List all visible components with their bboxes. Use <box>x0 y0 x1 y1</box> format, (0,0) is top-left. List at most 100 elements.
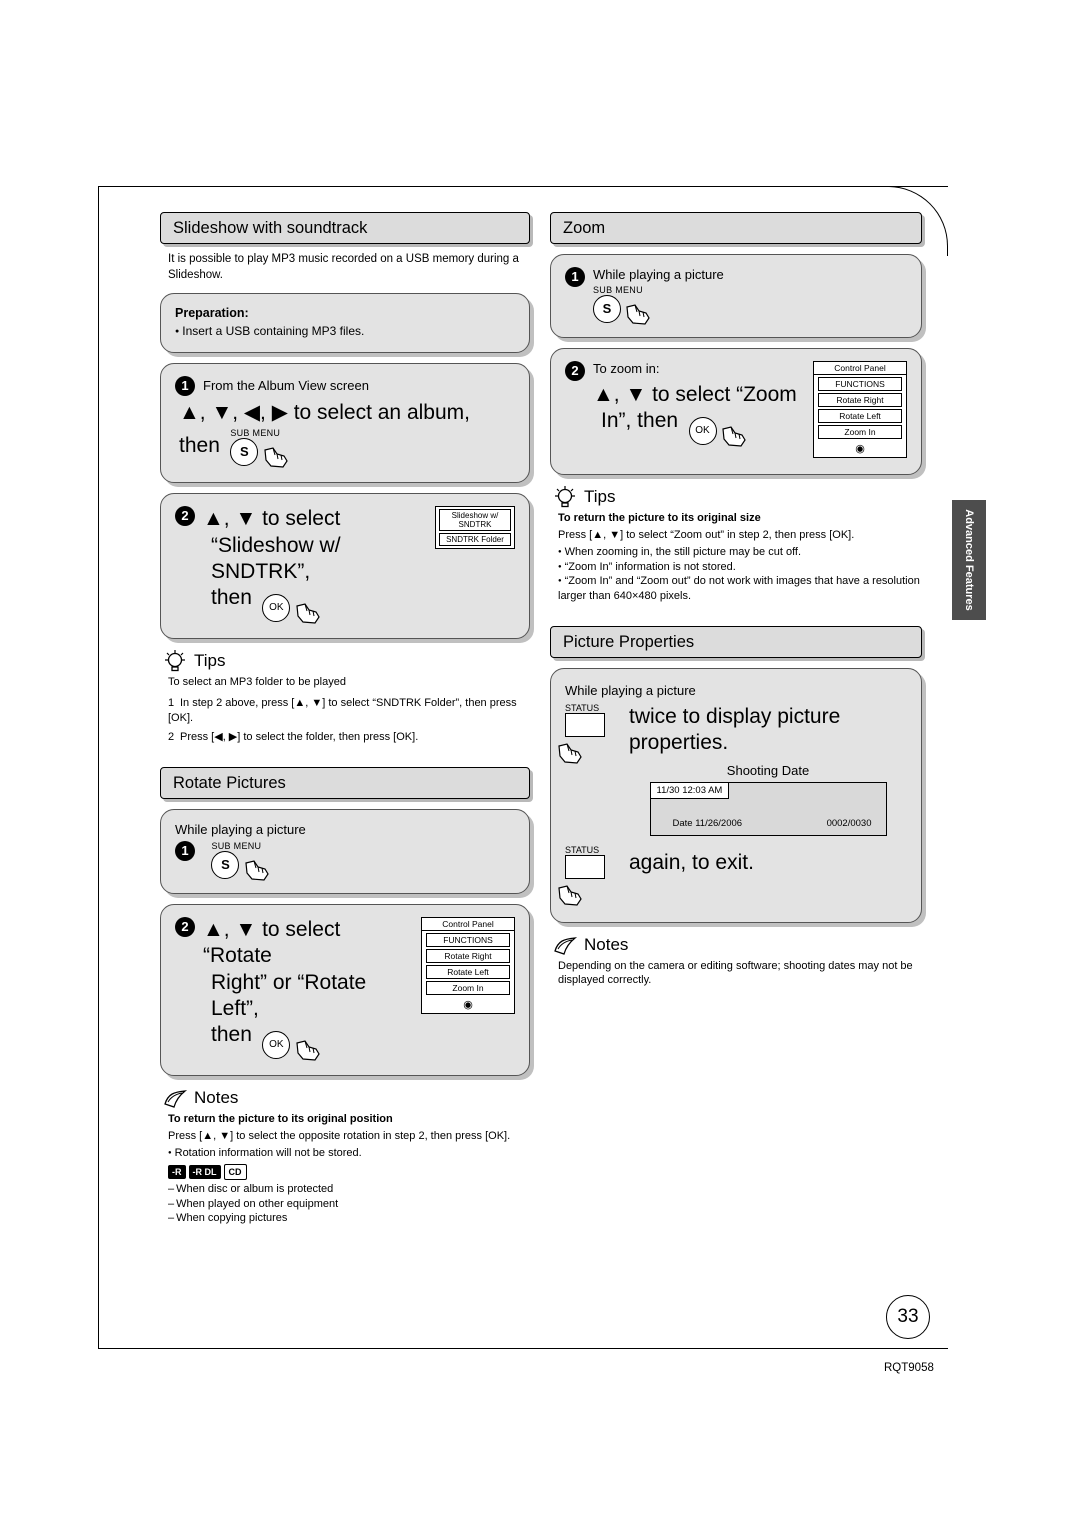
osd-item-functions[interactable]: FUNCTIONS <box>818 377 902 391</box>
notes-bold: To return the picture to its original po… <box>168 1113 393 1126</box>
tips-lead: To select an MP3 folder to be played <box>168 676 346 689</box>
step1-instruction-a: ▲, ▼, ◀, ▶ to select an album, <box>179 401 470 425</box>
osd-timestamp: 11/30 12:03 AM <box>650 782 730 799</box>
bottom-rule <box>98 1348 948 1349</box>
status-label: STATUS <box>565 703 600 714</box>
props-notes-text: Depending on the camera or editing softw… <box>558 959 913 987</box>
notes-text: Press [▲, ▼] to select the opposite rota… <box>168 1129 511 1142</box>
step1-instruction-b: then <box>179 434 220 458</box>
sub-menu-button[interactable]: S <box>230 438 259 467</box>
step-number: 2 <box>175 917 195 938</box>
zoom-step1-lead: While playing a picture <box>593 267 724 282</box>
notes-icon <box>554 936 578 955</box>
pointing-hand-icon <box>625 303 651 325</box>
osd-item-sndtrk-folder[interactable]: SNDTRK Folder <box>439 533 511 547</box>
ok-button[interactable]: OK <box>262 1031 291 1060</box>
osd-title: Control Panel <box>814 362 906 375</box>
zoom-step1: 1 While playing a picture SUB MENU S <box>550 254 922 338</box>
rotate-step1-lead: While playing a picture <box>175 822 306 838</box>
tips-bullet-3: “Zoom In” and “Zoom out” do not work wit… <box>558 574 922 604</box>
notes-bullet-1: Rotation information will not be stored. <box>168 1146 530 1161</box>
tips-step-1: 1 In step 2 above, press [▲, ▼] to select… <box>168 696 530 727</box>
notes-dash-2: When played on other equipment <box>168 1197 530 1212</box>
picture-properties-osd: 11/30 12:03 AM Date 11/26/2006 0002/0030 <box>649 781 887 836</box>
pointing-hand-icon <box>295 1039 321 1061</box>
step-number: 2 <box>565 361 585 381</box>
sub-menu-button[interactable]: S <box>593 295 621 323</box>
section-title: Picture Properties <box>563 633 695 652</box>
notes-dash-1: When disc or album is protected <box>168 1182 530 1197</box>
zoom-step2-a: ▲, ▼ to select “Zoom <box>593 383 797 406</box>
tips-step-1-text: In step 2 above, press [▲, ▼] to select … <box>168 696 517 725</box>
rotate-step2-c: then <box>211 1023 252 1047</box>
page-number: 33 <box>886 1295 930 1339</box>
side-tab-label: Advanced Features <box>963 509 975 611</box>
osd-item-rotate-left[interactable]: Rotate Left <box>818 409 902 423</box>
manual-page: Slideshow with soundtrack It is possible… <box>0 0 1080 1528</box>
tips-step-2: 2 Press [◀, ▶] to select the folder, then… <box>168 730 530 745</box>
props-instruction-2: again, to exit. <box>629 850 754 874</box>
section-title: Zoom <box>563 219 606 237</box>
lightbulb-icon <box>165 650 185 672</box>
ok-button[interactable]: OK <box>262 594 291 623</box>
preparation-box: Preparation: Insert a USB containing MP3… <box>160 293 530 354</box>
tips-title: Tips <box>584 487 616 506</box>
tips-heading: Tips <box>165 650 530 672</box>
osd-item-rotate-right[interactable]: Rotate Right <box>426 949 510 964</box>
preparation-item: Insert a USB containing MP3 files. <box>175 324 515 338</box>
right-column: Zoom 1 While playing a picture SUB MENU … <box>550 212 922 988</box>
osd-item-rotate-right[interactable]: Rotate Right <box>818 393 902 407</box>
rotate-step2-a: ▲, ▼ to select “Rotate <box>203 918 341 968</box>
tips-step-2-text: Press [◀, ▶] to select the folder, then … <box>180 730 419 743</box>
section-header-picture-properties: Picture Properties <box>550 626 922 659</box>
sub-menu-button[interactable]: S <box>211 851 240 880</box>
step-number: 1 <box>175 841 195 862</box>
notes-icon <box>164 1090 188 1108</box>
notes-heading: Notes <box>554 935 922 955</box>
rotate-step1: While playing a picture 1 SUB MENU S <box>160 809 530 895</box>
left-rule <box>98 186 99 1349</box>
slideshow-step2: 2 ▲, ▼ to select “Slideshow w/ SNDTRK”, … <box>160 493 530 640</box>
props-lead: While playing a picture <box>565 683 696 699</box>
step2-instruction-a: ▲, ▼ to select <box>203 507 341 531</box>
tips-title: Tips <box>194 651 226 671</box>
pointing-hand-icon <box>557 742 583 764</box>
sub-menu-label: SUB MENU <box>211 841 262 852</box>
disc-logo-icon: ◉ <box>463 999 473 1012</box>
osd-item-functions[interactable]: FUNCTIONS <box>426 933 510 948</box>
status-label: STATUS <box>565 844 600 855</box>
lightbulb-icon <box>555 486 575 508</box>
osd-picture-count: 0002/0030 <box>826 817 872 829</box>
slideshow-step1: 1 From the Album View screen ▲, ▼, ◀, ▶ … <box>160 363 530 484</box>
section-header-zoom: Zoom <box>550 212 922 244</box>
slideshow-intro: It is possible to play MP3 music recorde… <box>168 253 519 281</box>
shooting-date-label: Shooting Date <box>726 762 810 778</box>
disc-logo-icon: ◉ <box>855 443 865 455</box>
pointing-hand-icon <box>721 425 747 447</box>
ok-button[interactable]: OK <box>688 417 717 446</box>
badge-r-dl: -R DL <box>188 1164 221 1179</box>
rotate-step2: 2 ▲, ▼ to select “Rotate Right” or “Rota… <box>160 904 530 1077</box>
slideshow-osd-menu: Slideshow w/ SNDTRK SNDTRK Folder <box>435 506 515 550</box>
status-button[interactable] <box>565 854 605 879</box>
step-number: 2 <box>175 506 195 527</box>
step-number: 1 <box>565 267 585 287</box>
osd-item-slideshow-sndtrk[interactable]: Slideshow w/ SNDTRK <box>439 509 511 532</box>
side-tab-advanced-features: Advanced Features <box>952 500 986 620</box>
pointing-hand-icon <box>263 446 289 468</box>
pointing-hand-icon <box>295 602 321 624</box>
notes-dash-3: When copying pictures <box>168 1211 530 1226</box>
zoom-step2: 2 To zoom in: ▲, ▼ to select “Zoom In”, … <box>550 348 922 475</box>
badge-r: -R <box>168 1164 186 1179</box>
rotate-osd-control-panel: Control Panel FUNCTIONS Rotate Right Rot… <box>421 917 515 1015</box>
zoom-osd-control-panel: Control Panel FUNCTIONS Rotate Right Rot… <box>813 361 907 458</box>
top-rule <box>98 186 948 187</box>
pointing-hand-icon <box>244 859 270 881</box>
osd-item-rotate-left[interactable]: Rotate Left <box>426 965 510 980</box>
tips-bullet-1: When zooming in, the still picture may b… <box>558 545 922 560</box>
props-instruction-1: twice to display picture properties. <box>629 705 841 755</box>
osd-item-zoom-in[interactable]: Zoom In <box>426 981 510 996</box>
status-button[interactable] <box>565 713 605 738</box>
osd-item-zoom-in[interactable]: Zoom In <box>818 425 902 439</box>
sub-menu-label: SUB MENU <box>593 285 643 295</box>
